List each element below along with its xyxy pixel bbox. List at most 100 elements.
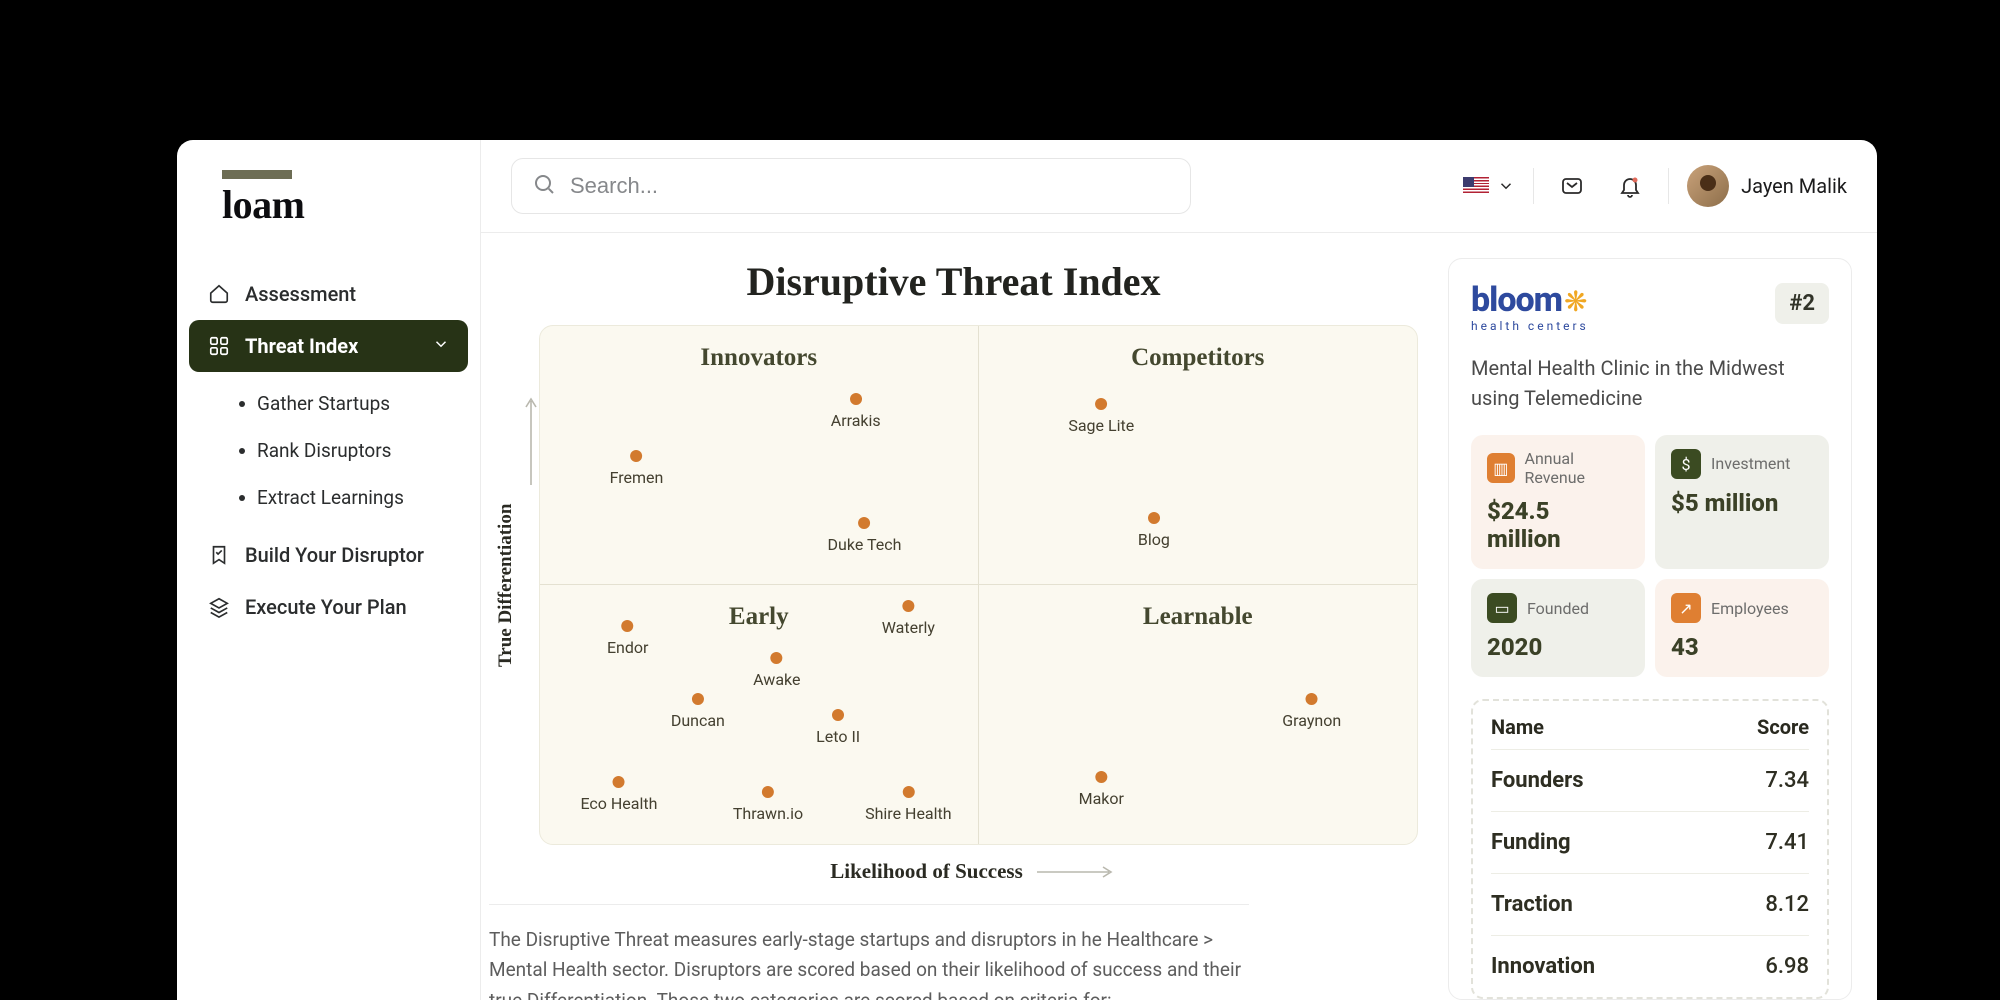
chart-point-label: Duncan <box>671 711 725 730</box>
stat-label: Founded <box>1527 599 1589 618</box>
dot-icon <box>832 709 844 721</box>
stat-card: ▭ Founded 2020 <box>1471 579 1645 677</box>
quadrant-title: Competitors <box>999 344 1398 372</box>
y-axis-label: True Differentiation <box>489 325 523 845</box>
chart-point-label: Duke Tech <box>828 535 902 554</box>
center-column: Disruptive Threat Index True Differentia… <box>481 233 1426 1000</box>
company-description: Mental Health Clinic in the Midwest usin… <box>1471 353 1829 413</box>
subnav-label: Extract Learnings <box>257 486 404 509</box>
rank-badge: #2 <box>1775 283 1829 324</box>
quadrant-title: Learnable <box>999 603 1398 631</box>
notifications-button[interactable] <box>1610 166 1650 206</box>
score-name: Traction <box>1491 892 1573 917</box>
chart-point[interactable]: Eco Health <box>580 776 657 813</box>
chart-point-label: Blog <box>1138 530 1170 549</box>
chart-point-label: Fremen <box>610 468 664 487</box>
id-icon: ▭ <box>1487 593 1517 623</box>
score-row: Founders 7.34 <box>1491 749 1809 811</box>
chart-point[interactable]: Graynon <box>1282 693 1341 730</box>
score-value: 7.41 <box>1765 830 1809 855</box>
chart-point[interactable]: Blog <box>1138 512 1170 549</box>
company-detail-panel: bloom ❋ health centers #2 Mental Health … <box>1448 258 1852 1000</box>
user-menu[interactable]: Jayen Malik <box>1687 165 1847 207</box>
score-table: Name Score Founders 7.34 Funding7.41 Tracti… <box>1471 699 1829 999</box>
nav-threat-index[interactable]: Threat Index <box>189 320 468 372</box>
chart-point[interactable]: Duncan <box>671 693 725 730</box>
bullet-icon <box>239 401 245 407</box>
stat-value: $24.5 million <box>1487 497 1629 553</box>
chart-point-label: Thrawn.io <box>733 804 803 823</box>
flower-icon: ❋ <box>1564 294 1587 311</box>
nav-assessment[interactable]: Assessment <box>189 268 468 320</box>
subnav-label: Rank Disruptors <box>257 439 391 462</box>
search-icon <box>532 172 556 200</box>
bullet-icon <box>239 448 245 454</box>
subnav: Gather Startups Rank Disruptors Extract … <box>189 372 468 529</box>
search-box[interactable] <box>511 158 1191 214</box>
chart-point-label: Awake <box>753 670 800 689</box>
nav-build-disruptor[interactable]: Build Your Disruptor <box>189 529 468 581</box>
chart-point[interactable]: Leto II <box>816 709 860 746</box>
dot-icon <box>1095 771 1107 783</box>
trend-icon: ↗ <box>1671 593 1701 623</box>
chart-point-label: Makor <box>1079 789 1124 808</box>
chart-point-label: Waterly <box>882 618 935 637</box>
user-name: Jayen Malik <box>1741 174 1847 198</box>
chart-point-label: Shire Health <box>865 804 951 823</box>
chart-point[interactable]: Thrawn.io <box>733 786 803 823</box>
subnav-rank-disruptors[interactable]: Rank Disruptors <box>231 427 468 474</box>
x-axis-label: Likelihood of Success <box>830 859 1023 884</box>
nav-label: Assessment <box>245 282 356 306</box>
divider <box>1668 168 1669 204</box>
chart-point[interactable]: Fremen <box>610 450 664 487</box>
chart-point[interactable]: Arrakis <box>831 393 881 430</box>
company-subtitle: health centers <box>1471 319 1589 333</box>
stats-grid: ▥Annual Revenue$24.5 million$Investment$… <box>1471 435 1829 677</box>
chart-point[interactable]: Endor <box>607 620 649 657</box>
primary-nav: Assessment Threat Index Gather Startups <box>177 268 480 633</box>
score-head-value: Score <box>1757 715 1809 739</box>
stat-card: ▥Annual Revenue$24.5 million <box>1471 435 1645 569</box>
subnav-gather-startups[interactable]: Gather Startups <box>231 380 468 427</box>
dot-icon <box>630 450 642 462</box>
bell-icon <box>1618 174 1642 198</box>
inbox-button[interactable] <box>1552 166 1592 206</box>
main-area: Jayen Malik Disruptive Threat Index True… <box>481 140 1877 1000</box>
chart-point[interactable]: Sage Lite <box>1068 398 1134 435</box>
nav-execute-plan[interactable]: Execute Your Plan <box>189 581 468 633</box>
chart-point[interactable]: Makor <box>1079 771 1124 808</box>
quadrant-innovators: Innovators <box>540 326 979 585</box>
content: Disruptive Threat Index True Differentia… <box>481 232 1877 1000</box>
dot-icon <box>771 652 783 664</box>
bullet-icon <box>239 495 245 501</box>
logo: loam <box>177 160 480 268</box>
quadrant-chart[interactable]: Innovators Competitors Early Learnable A… <box>539 325 1418 845</box>
chart-point-label: Endor <box>607 638 649 657</box>
score-value: 7.34 <box>1765 768 1809 793</box>
dot-icon <box>622 620 634 632</box>
chevron-down-icon <box>1497 177 1515 195</box>
score-head-name: Name <box>1491 715 1544 739</box>
dot-icon <box>762 786 774 798</box>
stat-value: $5 million <box>1671 489 1813 517</box>
dot-icon <box>692 693 704 705</box>
dollar-icon: $ <box>1671 449 1701 479</box>
stat-card: $Investment$5 million <box>1655 435 1829 569</box>
company-logo: bloom ❋ health centers <box>1471 283 1589 333</box>
chart-point[interactable]: Waterly <box>882 600 935 637</box>
score-row: Funding7.41 <box>1491 811 1809 873</box>
grid-icon <box>207 334 231 358</box>
stat-value: 2020 <box>1487 633 1629 661</box>
nav-label: Threat Index <box>245 334 358 358</box>
chart-point[interactable]: Duke Tech <box>828 517 902 554</box>
subnav-extract-learnings[interactable]: Extract Learnings <box>231 474 468 521</box>
locale-selector[interactable] <box>1463 177 1515 195</box>
avatar <box>1687 165 1729 207</box>
search-input[interactable] <box>570 173 1170 199</box>
chart-description: The Disruptive Threat measures early-sta… <box>489 904 1249 1000</box>
chart-point[interactable]: Shire Health <box>865 786 951 823</box>
chart-point[interactable]: Awake <box>753 652 800 689</box>
x-axis-row: Likelihood of Success <box>489 845 1418 904</box>
dot-icon <box>850 393 862 405</box>
score-name: Founders <box>1491 768 1584 793</box>
